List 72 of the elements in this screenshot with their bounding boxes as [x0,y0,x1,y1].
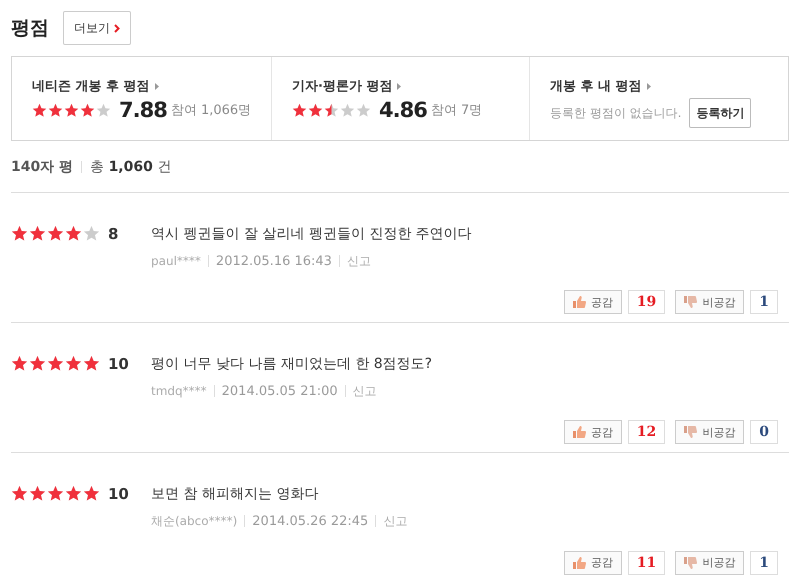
star-icon [83,485,100,502]
review-score: 10 [108,484,129,502]
review-total: 총 1,060 건 [90,158,172,176]
dislike-button[interactable]: 비공감 [675,290,744,314]
review-date: 2012.05.16 16:43 [216,254,332,268]
arrow-icon [154,82,159,90]
star-icon [308,102,323,118]
star-icon [29,485,46,502]
arrow-icon [397,82,402,90]
rating-link[interactable]: 기자·평론가 평점 [292,77,529,95]
arrow-icon [646,82,651,90]
star-icon [11,355,28,372]
review-author: paul**** [151,254,201,268]
star-icon [83,355,100,372]
review-author: 채순(abco****) [151,512,238,530]
star-icon [356,102,371,118]
star-icon [65,225,82,242]
star-icon [65,355,82,372]
like-count: 12 [628,420,666,444]
star-icon [96,102,111,118]
star-icon [47,225,64,242]
review-score: 10 [108,354,129,372]
dislike-count: 1 [750,290,778,314]
thumbs-down-icon [684,426,698,438]
star-icon [65,485,82,502]
dislike-count: 1 [750,550,778,574]
star-icon [324,102,339,118]
thumbs-up-icon [572,426,586,438]
star-icon [11,225,28,242]
dislike-button[interactable]: 비공감 [675,550,744,574]
like-button[interactable]: 공감 [564,420,622,444]
participant-count: 참여 1,066명 [170,102,252,119]
review-date: 2014.05.26 22:45 [252,514,368,528]
star-icon [47,355,64,372]
thumbs-down-icon [684,556,698,568]
star-icon [83,225,100,242]
like-button[interactable]: 공감 [564,550,622,574]
average-score: 4.86 [379,98,427,122]
review-text: 보면 참 해피해지는 영화다 [151,484,320,502]
my-rating-link[interactable]: 개봉 후 내 평점 [550,77,788,95]
star-icon [48,102,63,118]
average-score: 7.88 [119,98,167,122]
star-icon [11,485,28,502]
review-author: tmdq**** [151,384,207,398]
star-icon [340,102,355,118]
review-text: 역시 펭귄들이 잘 살리네 펭귄들이 진정한 주연이다 [151,224,473,242]
review-score: 8 [108,224,118,242]
register-button[interactable]: 등록하기 [689,98,752,128]
like-count: 11 [628,550,666,574]
star-icon [80,102,95,118]
section-title: 평점 [11,16,49,41]
star-icon [292,102,307,118]
more-button[interactable]: 더보기 [63,11,131,45]
review-type-label: 140자 평 [11,158,74,176]
thumbs-up-icon [572,556,586,568]
star-icon [64,102,79,118]
thumbs-up-icon [572,296,586,308]
star-icon [29,355,46,372]
dislike-count: 0 [750,420,778,444]
review-text: 평이 너무 낮다 나름 재미었는데 한 8점정도? [151,354,434,372]
thumbs-down-icon [684,296,698,308]
participant-count: 참여 7명 [430,102,482,119]
empty-message: 등록한 평점이 없습니다. [550,104,682,122]
rating-link[interactable]: 네티즌 개봉 후 평점 [32,77,271,95]
star-icon [29,225,46,242]
like-count: 19 [628,290,666,314]
star-icon [47,485,64,502]
dislike-button[interactable]: 비공감 [675,420,744,444]
like-button[interactable]: 공감 [564,290,622,314]
review-date: 2014.05.05 21:00 [222,384,338,398]
chevron-icon [114,24,120,32]
star-icon [32,102,47,118]
